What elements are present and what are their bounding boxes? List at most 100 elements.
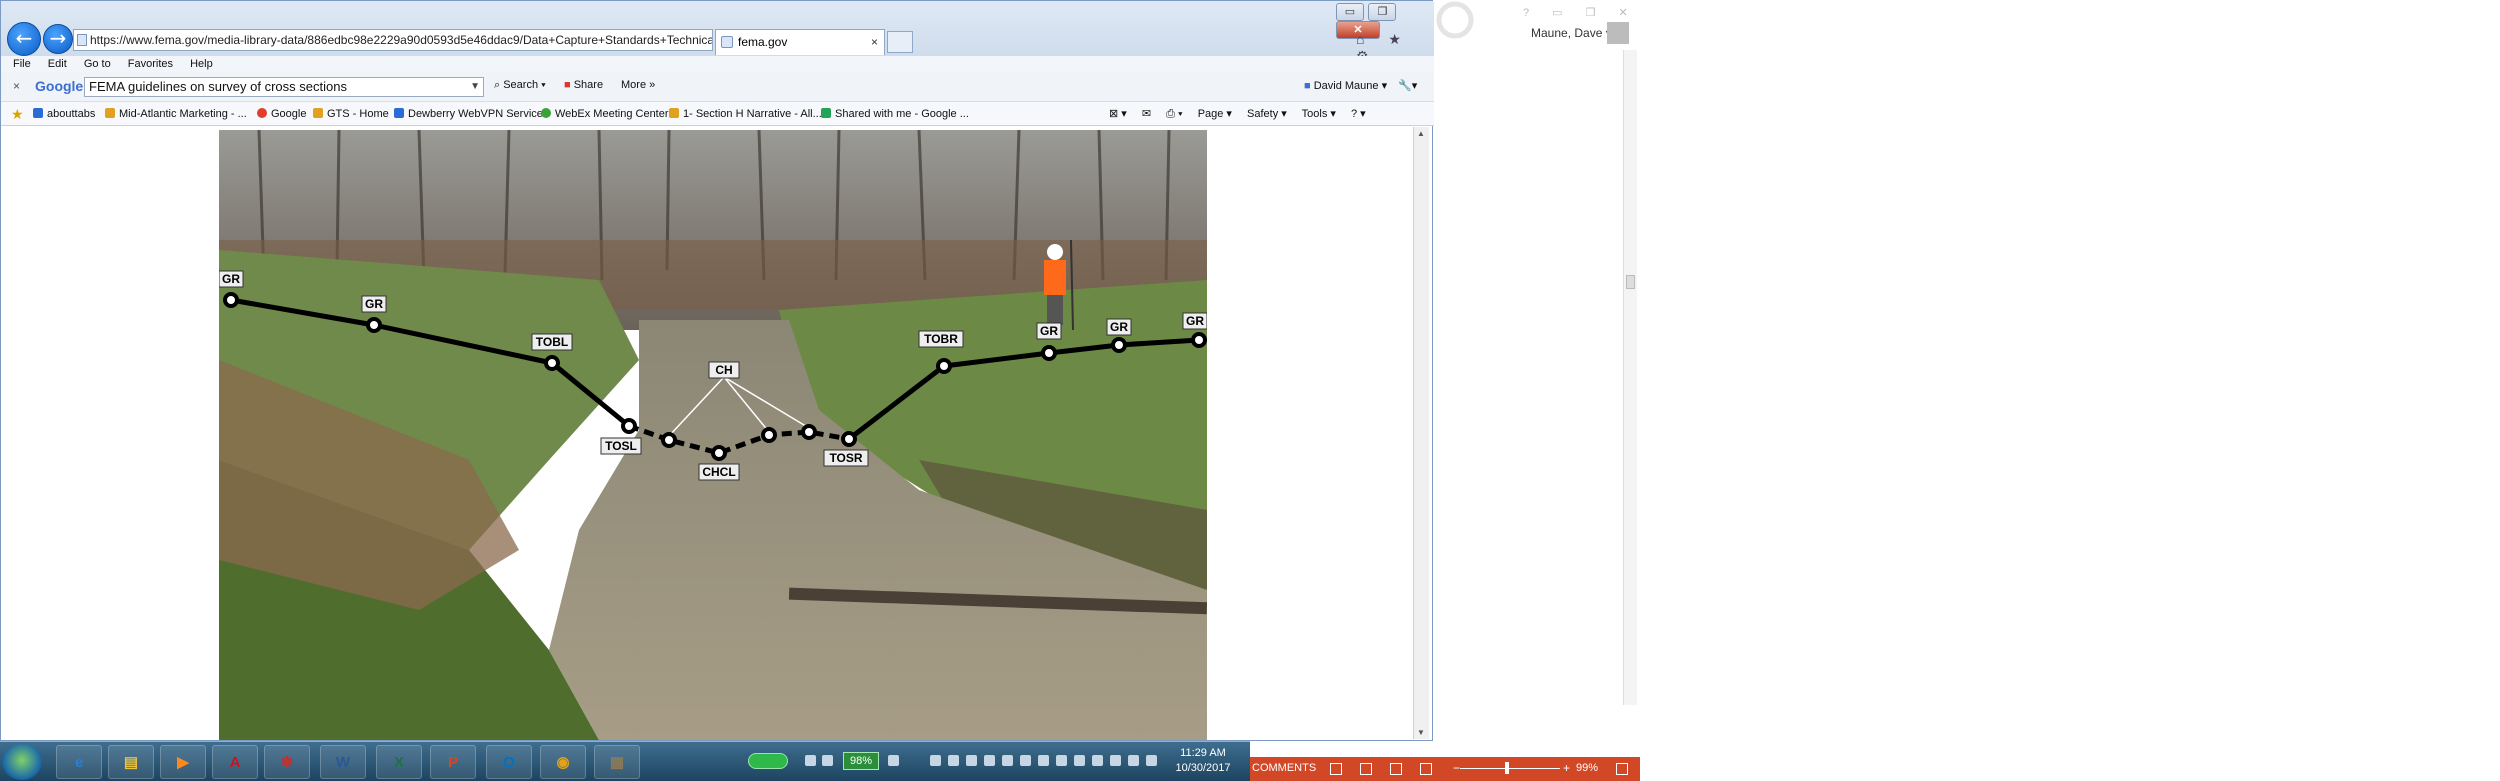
web-layout-icon[interactable] [1390,763,1402,775]
scroll-thumb[interactable] [1626,275,1635,289]
minimize-button[interactable]: ▭ [1336,3,1364,21]
volume-icon[interactable] [1146,755,1157,766]
flag-icon[interactable] [1110,755,1121,766]
share-icon: ■ [564,79,574,91]
help-menu[interactable]: ? ▾ [1351,108,1366,120]
wrench-button[interactable]: 🔧▾ [1398,79,1417,92]
network-icon[interactable] [1092,755,1103,766]
read-mode-icon[interactable] [1330,763,1342,775]
favorite-link[interactable]: 1- Section H Narrative - All... [669,108,822,120]
more-button[interactable]: More » [621,79,655,91]
word-user-name[interactable]: Maune, Dave ▾ [1531,26,1612,40]
favorite-link[interactable]: abouttabs [33,108,95,120]
zoom-slider-thumb[interactable] [1505,762,1509,774]
battery-indicator-icon[interactable] [748,753,788,769]
taskbar-acrobat-icon[interactable]: A [212,745,258,779]
user-icon: ■ [1304,80,1314,92]
wrench-icon: 🔧 [1398,80,1412,92]
google-toolbar: × Google FEMA guidelines on survey of cr… [1,72,1434,102]
new-tab-button[interactable] [887,31,913,53]
google-search-input[interactable]: FEMA guidelines on survey of cross secti… [84,77,484,97]
avatar[interactable] [1607,22,1629,44]
favorites-star-icon[interactable]: ★ [11,106,24,123]
menu-goto[interactable]: Go to [84,58,111,70]
menu-favorites[interactable]: Favorites [128,58,173,70]
share-button[interactable]: ■ Share [564,79,603,91]
word-ghost-icon [1436,1,1474,39]
word-scrollbar[interactable] [1623,50,1637,705]
taskbar-excel-icon[interactable]: X [376,745,422,779]
taskbar-word-icon[interactable]: W [320,745,366,779]
word-title-icons[interactable]: ? ▭ ❐ ✕ [1523,6,1638,19]
read-mail-icon[interactable]: ✉ [1142,108,1151,120]
svg-text:TOBL: TOBL [536,335,568,349]
taskbar-chrome-icon[interactable]: ◉ [540,745,586,779]
favorite-link[interactable]: Shared with me - Google ... [821,108,969,120]
tray-icon[interactable] [930,755,941,766]
safety-menu[interactable]: Safety ▾ [1247,108,1287,120]
tray-icon[interactable] [1002,755,1013,766]
comments-button[interactable]: COMMENTS [1252,762,1316,774]
google-account-button[interactable]: ■ David Maune ▾ [1304,79,1387,92]
page-scrollbar[interactable]: ▲ ▼ [1413,127,1429,739]
tray-icon[interactable] [948,755,959,766]
focus-icon[interactable] [1420,763,1432,775]
word-status-bar: COMMENTS − + 99% [1250,757,1640,781]
taskbar-outlook-icon[interactable]: O [486,745,532,779]
menu-edit[interactable]: Edit [48,58,67,70]
back-button[interactable]: ← [7,22,41,56]
tray-icon[interactable] [1128,755,1139,766]
zoom-in-button[interactable]: + [1563,761,1570,775]
taskbar-powerpoint-icon[interactable]: P [430,745,476,779]
menu-help[interactable]: Help [190,58,213,70]
zoom-out-button[interactable]: − [1453,761,1460,775]
zoom-slider[interactable] [1460,768,1560,769]
tab-fema[interactable]: fema.gov × [715,29,885,55]
tools-menu[interactable]: Tools ▾ [1302,108,1336,120]
tray-icon[interactable] [888,755,899,766]
taskbar-ie-icon[interactable]: e [56,745,102,779]
tray-icon[interactable] [805,755,816,766]
print-layout-icon[interactable] [1360,763,1372,775]
taskbar-app-icon[interactable]: ▦ [594,745,640,779]
taskbar-media-player-icon[interactable]: ▶ [160,745,206,779]
favorite-link[interactable]: WebEx Meeting Center [541,108,669,120]
forward-button[interactable]: → [43,24,73,54]
clock-time: 11:29 AM [1180,747,1226,759]
taskbar-explorer-icon[interactable]: ▤ [108,745,154,779]
menu-file[interactable]: File [13,58,31,70]
google-search-button[interactable]: ⌕ Search ▾ [494,79,546,92]
browser-window: ← → https://www.fema.gov/media-library-d… [0,0,1434,741]
zoom-level[interactable]: 99% [1576,762,1598,774]
favorite-link[interactable]: Dewberry WebVPN Service [394,108,543,120]
tray-icon[interactable] [984,755,995,766]
scroll-up-icon[interactable]: ▲ [1417,129,1425,138]
url-text: https://www.fema.gov/media-library-data/… [90,33,713,47]
restore-button[interactable]: ❐ [1368,3,1397,21]
tray-icon[interactable] [1038,755,1049,766]
tray-icon[interactable] [822,755,833,766]
start-button[interactable] [2,744,42,780]
tab-close-button[interactable]: × [871,30,878,54]
svg-text:GR: GR [222,272,240,286]
battery-percent[interactable]: 98% [843,752,879,770]
fit-window-icon[interactable] [1616,763,1628,775]
taskbar-app-icon[interactable]: ✱ [264,745,310,779]
tray-icon[interactable] [1074,755,1085,766]
tray-icon[interactable] [966,755,977,766]
scroll-down-icon[interactable]: ▼ [1417,728,1425,737]
toolbar-close-icon[interactable]: × [13,79,20,93]
page-menu[interactable]: Page ▾ [1198,108,1232,120]
bluetooth-icon[interactable] [1056,755,1067,766]
tray-icon[interactable] [1020,755,1031,766]
favorites-bar: ★ abouttabs Mid-Atlantic Marketing - ...… [1,102,1434,126]
chevron-down-icon[interactable]: ▼ [470,78,480,96]
favorite-link[interactable]: Mid-Atlantic Marketing - ... [105,108,247,120]
label-gr-1: GR [219,270,244,288]
favorite-link[interactable]: GTS - Home [313,108,389,120]
address-bar[interactable]: https://www.fema.gov/media-library-data/… [73,29,713,51]
favorite-link[interactable]: Google [257,108,306,120]
feeds-icon[interactable]: ⊠ ▾ [1109,108,1127,120]
print-icon[interactable]: ⎙ ▾ [1166,108,1182,120]
clock[interactable]: 11:29 AM 10/30/2017 [1168,746,1238,776]
